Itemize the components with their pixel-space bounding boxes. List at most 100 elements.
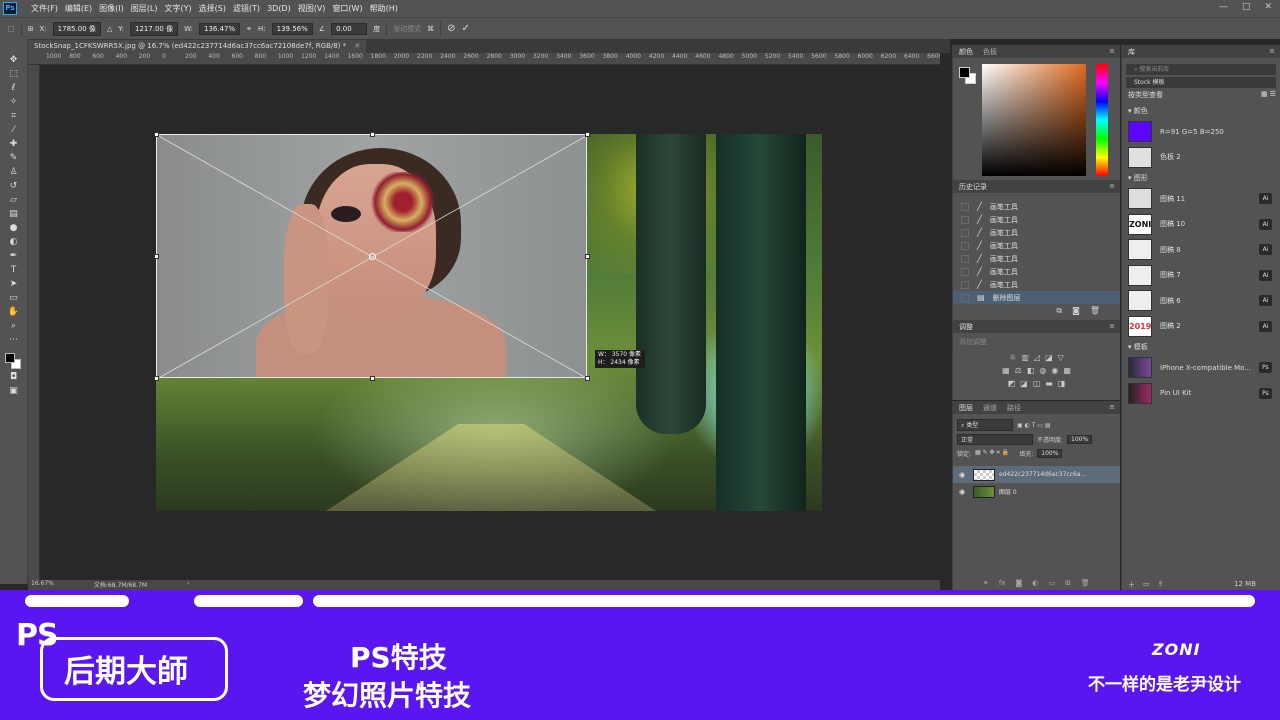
foreground-color-swatch[interactable] — [4, 353, 15, 363]
transform-tool-icon[interactable]: ⬚ — [8, 25, 15, 33]
history-item-selected[interactable]: ▤ 删除图层 — [953, 291, 1120, 304]
transform-reference-point[interactable] — [369, 253, 376, 260]
move-tool-icon[interactable]: ✥ — [7, 55, 21, 66]
history-item[interactable]: ╱ 画笔工具 — [953, 252, 1120, 265]
snapshot-camera-icon[interactable]: ◙ — [1072, 306, 1080, 316]
library-section-graphics[interactable]: ▾ 图形 — [1122, 170, 1280, 186]
library-graphic-item[interactable]: ZONI 图稿 10 Ai — [1122, 212, 1280, 238]
panel-menu-icon[interactable]: ≡ — [1109, 182, 1115, 190]
library-section-templates[interactable]: ▾ 模板 — [1122, 339, 1280, 355]
eraser-tool-icon[interactable]: ▱ — [7, 195, 21, 206]
menu-edit[interactable]: 编辑(E) — [65, 3, 92, 14]
y-field[interactable]: 1217.00 像 — [129, 21, 179, 36]
tab-history[interactable]: 历史记录 — [959, 182, 987, 192]
view-by-type-select[interactable]: 按类型查看 — [1128, 90, 1163, 101]
gradient-map-icon[interactable]: ▬ — [1045, 379, 1053, 388]
selective-color-icon[interactable]: ◨ — [1058, 379, 1066, 388]
type-tool-icon[interactable]: T — [7, 265, 21, 276]
library-search-input[interactable]: ⌕ 搜索当前库 — [1126, 64, 1276, 75]
w-field[interactable]: 136.47% — [198, 22, 241, 35]
horizontal-ruler[interactable]: 1000 800 600 400 200 0 200 400 600 800 1000 1200 140… — [28, 53, 940, 65]
canvas-area[interactable]: W： 3570 像素 H： 2434 像素 — [40, 65, 940, 580]
pen-tool-icon[interactable]: ✒ — [7, 251, 21, 262]
status-menu-arrow-icon[interactable]: › — [187, 580, 189, 590]
vertical-ruler[interactable] — [28, 65, 40, 580]
cancel-transform-icon[interactable]: ⊘ — [447, 23, 455, 34]
posterize-icon[interactable]: ◪ — [1020, 379, 1028, 388]
library-color-item[interactable]: R=91 G=5 B=250 — [1122, 119, 1280, 145]
brush-tool-icon[interactable]: ✎ — [7, 153, 21, 164]
menu-file[interactable]: 文件(F) — [31, 3, 58, 14]
tab-swatches[interactable]: 色板 — [983, 47, 997, 57]
menu-layer[interactable]: 图层(L) — [131, 3, 158, 14]
transform-handle-top-right[interactable] — [585, 132, 590, 137]
opacity-field[interactable]: 100% — [1067, 434, 1093, 444]
free-transform-box[interactable] — [154, 132, 590, 381]
more-tools-icon[interactable]: ⋯ — [7, 335, 21, 346]
library-color-item[interactable]: 色板 2 — [1122, 145, 1280, 171]
new-document-from-state-icon[interactable]: ⧉ — [1056, 306, 1062, 316]
history-checkbox[interactable] — [961, 280, 969, 289]
color-lookup-icon[interactable]: ▦ — [1063, 366, 1071, 375]
history-item[interactable]: ╱ 画笔工具 — [953, 239, 1120, 252]
history-checkbox[interactable] — [961, 215, 969, 224]
library-graphic-item[interactable]: 图稿 11 Ai — [1122, 186, 1280, 212]
library-template-item[interactable]: iPhone X-compatible Mo... Ps — [1122, 355, 1280, 381]
reference-point-icon[interactable]: ⊞ — [28, 25, 34, 33]
gradient-tool-icon[interactable]: ▤ — [7, 209, 21, 220]
exposure-icon[interactable]: ◪ — [1045, 353, 1053, 362]
library-graphic-item[interactable]: 图稿 7 Ai — [1122, 263, 1280, 289]
upload-icon[interactable]: ⇪ — [1158, 580, 1164, 590]
history-checkbox[interactable] — [961, 241, 969, 250]
crop-tool-icon[interactable]: ⌗ — [7, 111, 21, 122]
color-field[interactable] — [982, 64, 1086, 176]
stamp-tool-icon[interactable]: ♙ — [7, 167, 21, 178]
history-item[interactable]: ╱ 画笔工具 — [953, 200, 1120, 213]
interpolation-label[interactable]: 渐动模式 — [393, 24, 421, 34]
hue-saturation-icon[interactable]: ▦ — [1002, 366, 1010, 375]
menu-image[interactable]: 图像(I) — [99, 3, 124, 14]
layer-row[interactable]: ◉ 图层 0 — [953, 483, 1120, 500]
add-icon[interactable]: ＋ — [1128, 580, 1135, 590]
library-graphic-item[interactable]: 2019 图稿 2 Ai — [1122, 314, 1280, 340]
history-checkbox[interactable] — [961, 267, 969, 276]
layer-filter-select[interactable]: ⌕ 类型 — [957, 419, 1013, 431]
color-swatches[interactable] — [4, 353, 23, 369]
curves-icon[interactable]: ◿ — [1034, 353, 1040, 362]
panel-menu-icon[interactable]: ≡ — [1109, 403, 1115, 411]
tab-adjustments[interactable]: 调整 — [959, 322, 973, 332]
history-item[interactable]: ╱ 画笔工具 — [953, 265, 1120, 278]
color-balance-icon[interactable]: ⚖ — [1015, 366, 1022, 375]
trash-icon[interactable]: 🗑 — [1081, 579, 1090, 587]
eyedropper-tool-icon[interactable]: ⁄ — [7, 125, 21, 136]
minimize-button[interactable]: — — [1219, 2, 1228, 12]
transform-handle-top[interactable] — [370, 132, 375, 137]
history-checkbox[interactable] — [961, 293, 969, 302]
blend-mode-select[interactable]: 正常 — [957, 433, 1033, 445]
new-layer-icon[interactable]: ⊞ — [1065, 579, 1071, 587]
folder-icon[interactable]: ▭ — [1143, 580, 1150, 590]
menu-window[interactable]: 窗口(W) — [332, 3, 362, 14]
threshold-icon[interactable]: ◫ — [1033, 379, 1041, 388]
transform-handle-left[interactable] — [154, 254, 159, 259]
menu-help[interactable]: 帮助(H) — [370, 3, 398, 14]
history-checkbox[interactable] — [961, 228, 969, 237]
black-white-icon[interactable]: ◧ — [1027, 366, 1035, 375]
menu-select[interactable]: 选择(S) — [199, 3, 226, 14]
history-item[interactable]: ╱ 画笔工具 — [953, 213, 1120, 226]
photo-filter-icon[interactable]: ◍ — [1039, 366, 1046, 375]
angle-field[interactable]: 0.00 — [331, 22, 368, 35]
link-layers-icon[interactable]: ⚭ — [983, 579, 989, 587]
dodge-tool-icon[interactable]: ◐ — [7, 237, 21, 248]
trash-icon[interactable]: 🗑 — [1090, 306, 1100, 316]
path-select-tool-icon[interactable]: ➤ — [7, 279, 21, 290]
delta-icon[interactable]: △ — [107, 25, 112, 33]
fx-icon[interactable]: fx — [999, 579, 1006, 587]
channel-mixer-icon[interactable]: ◉ — [1051, 366, 1058, 375]
menu-filter[interactable]: 滤镜(T) — [233, 3, 260, 14]
tab-channels[interactable]: 通道 — [983, 403, 997, 413]
tab-paths[interactable]: 路径 — [1007, 403, 1021, 413]
library-section-colors[interactable]: ▾ 颜色 — [1122, 103, 1280, 119]
tab-layers[interactable]: 图层 — [959, 403, 973, 413]
history-checkbox[interactable] — [961, 254, 969, 263]
